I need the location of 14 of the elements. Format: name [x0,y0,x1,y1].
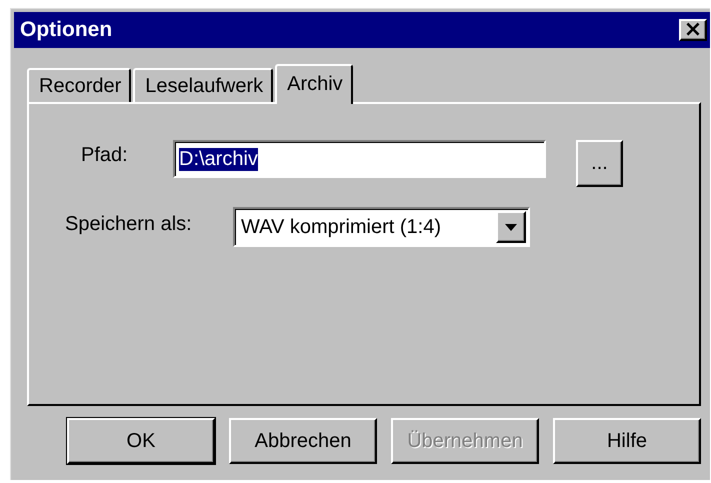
field-label: Speichern als: [65,213,193,236]
window-title: Optionen [20,18,112,42]
dialog-button[interactable]: OK [67,418,215,464]
path-field[interactable]: D:\archiv [173,140,546,178]
tab[interactable]: Archiv [275,64,353,104]
field-label: Pfad: [81,144,129,167]
dialog-button[interactable]: Abbrechen [229,418,377,464]
browse-button[interactable]: ... [576,140,623,187]
tab[interactable]: Leselaufwerk [133,68,274,102]
tab[interactable]: Recorder [27,68,132,102]
close-button[interactable]: × [679,19,707,41]
dialog-button[interactable]: Hilfe [553,418,701,464]
format-dropdown[interactable]: WAV komprimiert (1:4) [233,207,530,247]
dropdown-arrow-icon [505,224,517,230]
